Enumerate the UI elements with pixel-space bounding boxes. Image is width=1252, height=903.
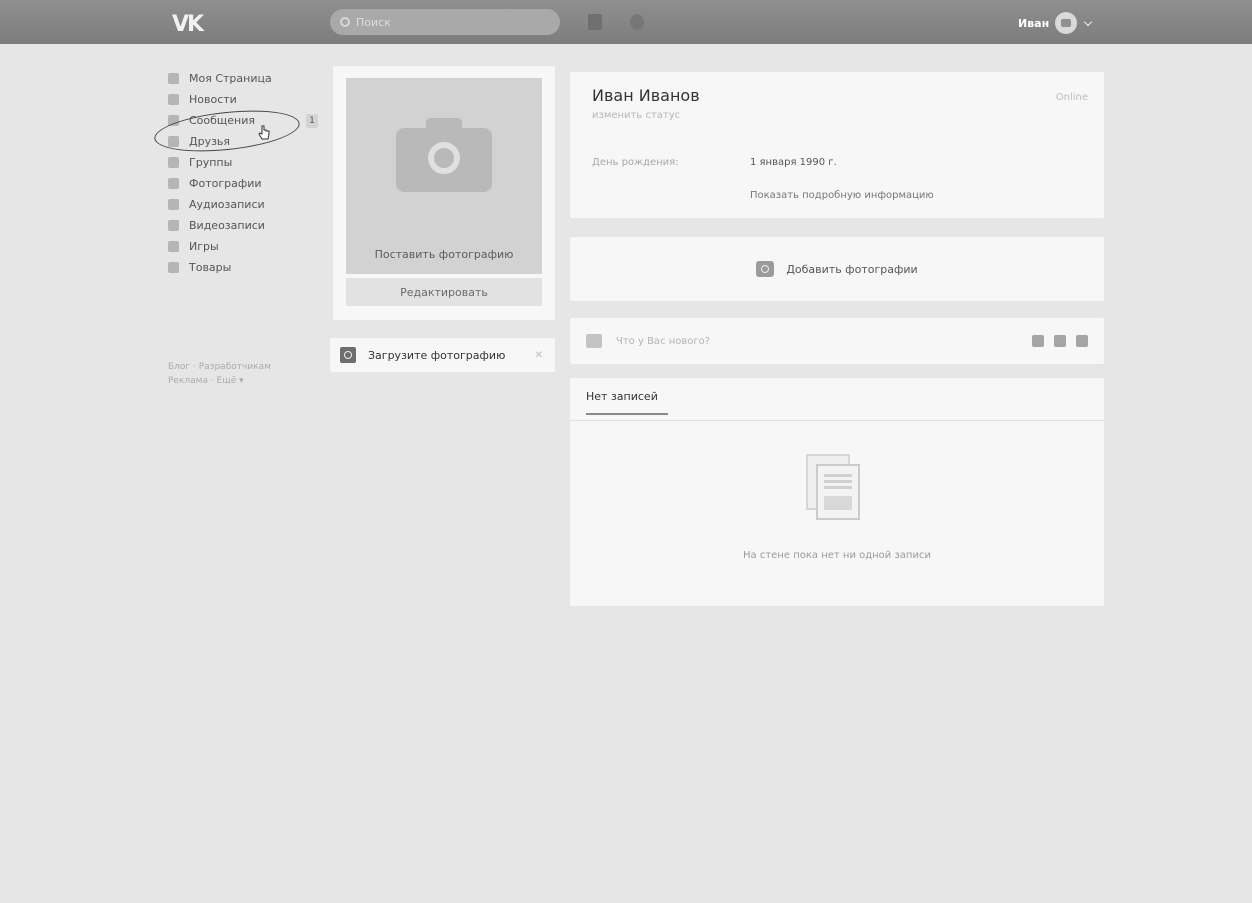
post-attachments — [1032, 335, 1088, 347]
sidebar-item-label: Моя Страница — [189, 72, 272, 85]
attach-photo-icon[interactable] — [1032, 335, 1044, 347]
new-post-input[interactable] — [616, 335, 916, 347]
top-header: VK Иван — [0, 0, 1252, 44]
sidebar-item-news[interactable]: Новости — [168, 89, 318, 110]
show-more-info-link[interactable]: Показать подробную информацию — [750, 190, 934, 201]
sidebar-item-audio[interactable]: Аудиозаписи — [168, 194, 318, 215]
games-icon — [168, 241, 179, 252]
vk-logo[interactable]: VK — [172, 12, 212, 37]
search-icon — [340, 17, 350, 27]
profile-info-card: Иван Иванов изменить статус Online День … — [570, 72, 1104, 218]
camera-lens — [428, 142, 460, 174]
sidebar-item-label: Товары — [189, 261, 232, 274]
page-title: Иван Иванов — [592, 86, 700, 105]
photos-icon — [168, 178, 179, 189]
close-icon[interactable]: ✕ — [535, 350, 543, 361]
avatar — [586, 334, 602, 348]
sidebar-nav: Моя Страница Новости Сообщения 1 Друзья Г… — [168, 68, 318, 278]
camera-icon — [1061, 19, 1072, 27]
sidebar-item-games[interactable]: Игры — [168, 236, 318, 257]
divider — [570, 420, 1104, 421]
sidebar-item-label: Новости — [189, 93, 237, 106]
news-icon — [168, 94, 179, 105]
wall-card: Нет записей На стене пока нет ни одной з… — [570, 378, 1104, 606]
birthday-label: День рождения: — [592, 157, 679, 168]
footer-links-row-2[interactable]: Реклама · Ещё ▾ — [168, 374, 318, 388]
user-name: Иван — [1018, 16, 1050, 30]
edit-profile-button[interactable]: Редактировать — [346, 278, 542, 306]
upload-photo-text: Загрузите фотографию — [368, 348, 506, 362]
add-photos-label: Добавить фотографии — [786, 262, 918, 276]
sidebar-item-label: Группы — [189, 156, 233, 169]
add-photos-button[interactable]: Добавить фотографии — [570, 237, 1104, 301]
notifications-bell-icon[interactable] — [588, 14, 602, 30]
empty-wall-message: На стене пока нет ни одной записи — [743, 550, 931, 561]
set-photo-link[interactable]: Поставить фотографию — [346, 248, 542, 261]
home-icon — [168, 73, 179, 84]
empty-wall-page-front — [816, 464, 860, 520]
music-player-icon[interactable] — [630, 14, 644, 30]
sidebar-item-label: Аудиозаписи — [189, 198, 265, 211]
groups-icon — [168, 157, 179, 168]
attach-music-icon[interactable] — [1076, 335, 1088, 347]
audio-icon — [168, 199, 179, 210]
change-status-link[interactable]: изменить статус — [592, 110, 680, 121]
camera-icon — [756, 261, 775, 277]
sidebar-item-label: Игры — [189, 240, 219, 253]
sidebar-item-goods[interactable]: Товары — [168, 257, 318, 278]
hand-cursor-icon — [258, 125, 270, 140]
search-input[interactable] — [356, 15, 526, 29]
search-box[interactable] — [330, 9, 560, 35]
new-post-box — [570, 318, 1104, 364]
avatar — [1055, 12, 1078, 34]
messages-count-badge: 1 — [306, 114, 318, 128]
footer-links-row-1[interactable]: Блог · Разработчикам — [168, 360, 318, 374]
online-status: Online — [1055, 92, 1088, 103]
birthday-value[interactable]: 1 января 1990 г. — [750, 157, 837, 168]
sidebar-item-label: Фотографии — [189, 177, 262, 190]
camera-icon — [340, 347, 356, 363]
attach-video-icon[interactable] — [1054, 335, 1066, 347]
sidebar-item-label: Видеозаписи — [189, 219, 265, 232]
sidebar-item-video[interactable]: Видеозаписи — [168, 215, 318, 236]
chevron-down-icon — [1083, 17, 1093, 26]
camera-icon — [396, 118, 492, 192]
upload-photo-notice[interactable]: Загрузите фотографию ✕ — [330, 338, 555, 372]
sidebar-item-my-page[interactable]: Моя Страница — [168, 68, 318, 89]
sidebar-footer-links: Блог · Разработчикам Реклама · Ещё ▾ — [168, 360, 318, 388]
video-icon — [168, 220, 179, 231]
user-menu[interactable]: Иван — [1018, 12, 1093, 34]
sidebar-item-photos[interactable]: Фотографии — [168, 173, 318, 194]
empty-wall-icon — [806, 454, 862, 520]
sidebar-item-groups[interactable]: Группы — [168, 152, 318, 173]
goods-icon — [168, 262, 179, 273]
profile-photo-card: Поставить фотографию Редактировать — [333, 66, 555, 320]
profile-photo-placeholder[interactable]: Поставить фотографию — [346, 78, 542, 274]
tab-wall-posts[interactable]: Нет записей — [586, 390, 668, 415]
